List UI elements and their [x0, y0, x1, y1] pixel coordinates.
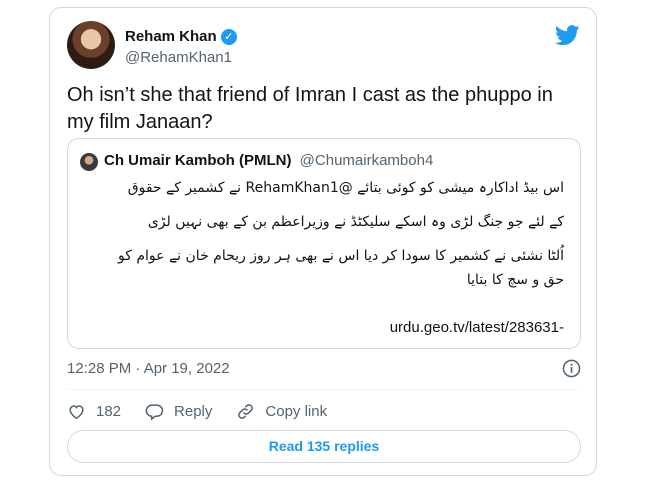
quoted-line: اس بیڈ اداکارہ میشی کو کوئی بتائے @Reham…: [127, 180, 564, 196]
quoted-author-name: Ch Umair Kamboh (PMLN): [104, 152, 292, 169]
author-avatar[interactable]: [67, 21, 115, 69]
quoted-line: حق و سچ کا بتایا: [466, 272, 564, 288]
quoted-tweet-body: اس بیڈ اداکارہ میشی کو کوئی بتائے @Reham…: [84, 176, 564, 292]
quoted-tweet[interactable]: Ch Umair Kamboh (PMLN) @Chumairkamboh4 ا…: [67, 138, 581, 349]
info-icon[interactable]: [562, 359, 581, 378]
author-handle[interactable]: @RehamKhan1: [125, 49, 232, 66]
quoted-link[interactable]: urdu.geo.tv/latest/283631-: [390, 319, 564, 336]
tweet-actions: 182 Reply Copy link: [67, 402, 351, 421]
quoted-author-header: Ch Umair Kamboh (PMLN) @Chumairkamboh4: [104, 152, 433, 169]
reply-icon: [145, 404, 164, 421]
copy-link-label: Copy link: [265, 403, 328, 420]
tweet-timestamp[interactable]: 12:28 PM · Apr 19, 2022: [67, 360, 230, 377]
like-button[interactable]: 182: [67, 402, 121, 421]
heart-icon: [69, 405, 84, 420]
quoted-line: اُلٹا نشئی نے کشمیر کا سودا کر دیا اس نے…: [118, 248, 564, 264]
author-name-row: Reham Khan ✓: [125, 28, 237, 45]
quoted-author-handle: @Chumairkamboh4: [299, 152, 434, 169]
divider: [67, 389, 579, 390]
tweet-card: Reham Khan ✓ @RehamKhan1 Oh isn’t she th…: [49, 7, 597, 476]
quoted-author-avatar: [80, 153, 98, 171]
twitter-bird-icon[interactable]: [555, 25, 580, 46]
author-name[interactable]: Reham Khan: [125, 28, 217, 45]
read-replies-button[interactable]: Read 135 replies: [67, 430, 581, 463]
quoted-line: کے لئے جو جنگ لڑی وہ اسکے سلیکٹڈ نے وزیر…: [147, 214, 564, 230]
reply-button[interactable]: Reply: [145, 402, 212, 421]
reply-label: Reply: [174, 403, 213, 420]
tweet-text: Oh isn’t she that friend of Imran I cast…: [67, 84, 553, 133]
link-icon: [238, 404, 254, 419]
like-count: 182: [96, 403, 122, 420]
copy-link-button[interactable]: Copy link: [236, 402, 327, 421]
verified-badge-icon: ✓: [220, 28, 237, 45]
